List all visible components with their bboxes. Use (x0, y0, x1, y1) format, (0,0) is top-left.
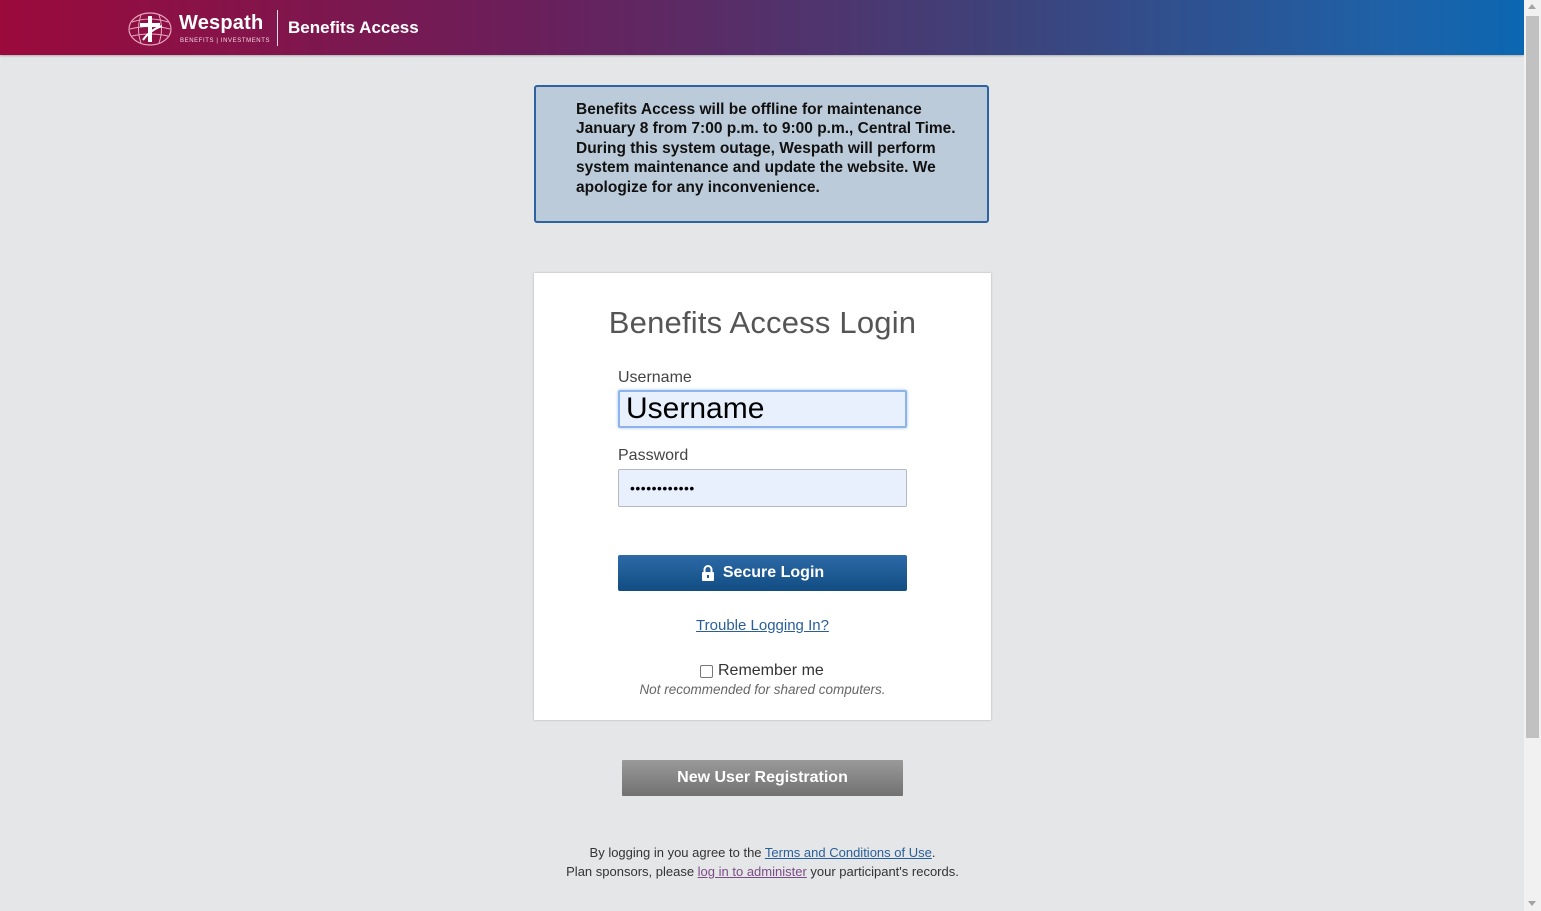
lock-icon (701, 565, 714, 581)
footer-admin-suffix: your participant's records. (806, 864, 959, 879)
remember-me-checkbox[interactable] (700, 664, 713, 678)
logo-tagline: BENEFITS | INVESTMENTS (180, 38, 271, 44)
notice-text: Benefits Access will be offline for main… (576, 101, 956, 196)
cross-globe-icon (128, 12, 172, 46)
footer-admin-line: Plan sponsors, please log in to administ… (534, 864, 991, 879)
app-title: Benefits Access (288, 18, 419, 37)
vertical-scrollbar[interactable] (1524, 0, 1541, 911)
footer-terms-line: By logging in you agree to the Terms and… (534, 845, 991, 860)
remember-me-note: Not recommended for shared computers. (639, 682, 886, 697)
header-divider (277, 10, 278, 46)
footer-terms-suffix: . (931, 845, 936, 860)
top-header: Wespath BENEFITS | INVESTMENTS Benefits … (0, 0, 1524, 55)
login-card: Benefits Access Login Username Password … (534, 273, 991, 720)
password-label: Password (618, 447, 689, 464)
username-input[interactable] (618, 390, 907, 428)
remember-me[interactable]: Remember me (700, 661, 824, 681)
username-label: Username (618, 369, 692, 386)
secure-login-label: Secure Login (722, 564, 825, 581)
footer-terms-prefix: By logging in you agree to the (589, 845, 765, 860)
wespath-logo[interactable]: Wespath BENEFITS | INVESTMENTS (128, 11, 271, 47)
maintenance-notice: Benefits Access will be offline for main… (534, 85, 989, 223)
page-title: Benefits Access Login (608, 305, 917, 340)
trouble-logging-in-link[interactable]: Trouble Logging In? (534, 617, 991, 634)
password-input[interactable] (618, 469, 907, 507)
secure-login-button[interactable]: Secure Login (618, 555, 907, 591)
scroll-down-icon[interactable] (1528, 901, 1536, 906)
footer-admin-prefix: Plan sponsors, please (566, 864, 698, 879)
scroll-up-icon[interactable] (1528, 4, 1536, 9)
new-user-registration-button[interactable]: New User Registration (622, 760, 903, 796)
terms-link[interactable]: Terms and Conditions of Use (765, 845, 932, 860)
admin-login-link[interactable]: log in to administer (698, 864, 807, 879)
logo-wordmark: Wespath (179, 12, 264, 34)
scrollbar-thumb[interactable] (1526, 16, 1539, 738)
remember-me-label[interactable]: Remember me (718, 662, 824, 680)
